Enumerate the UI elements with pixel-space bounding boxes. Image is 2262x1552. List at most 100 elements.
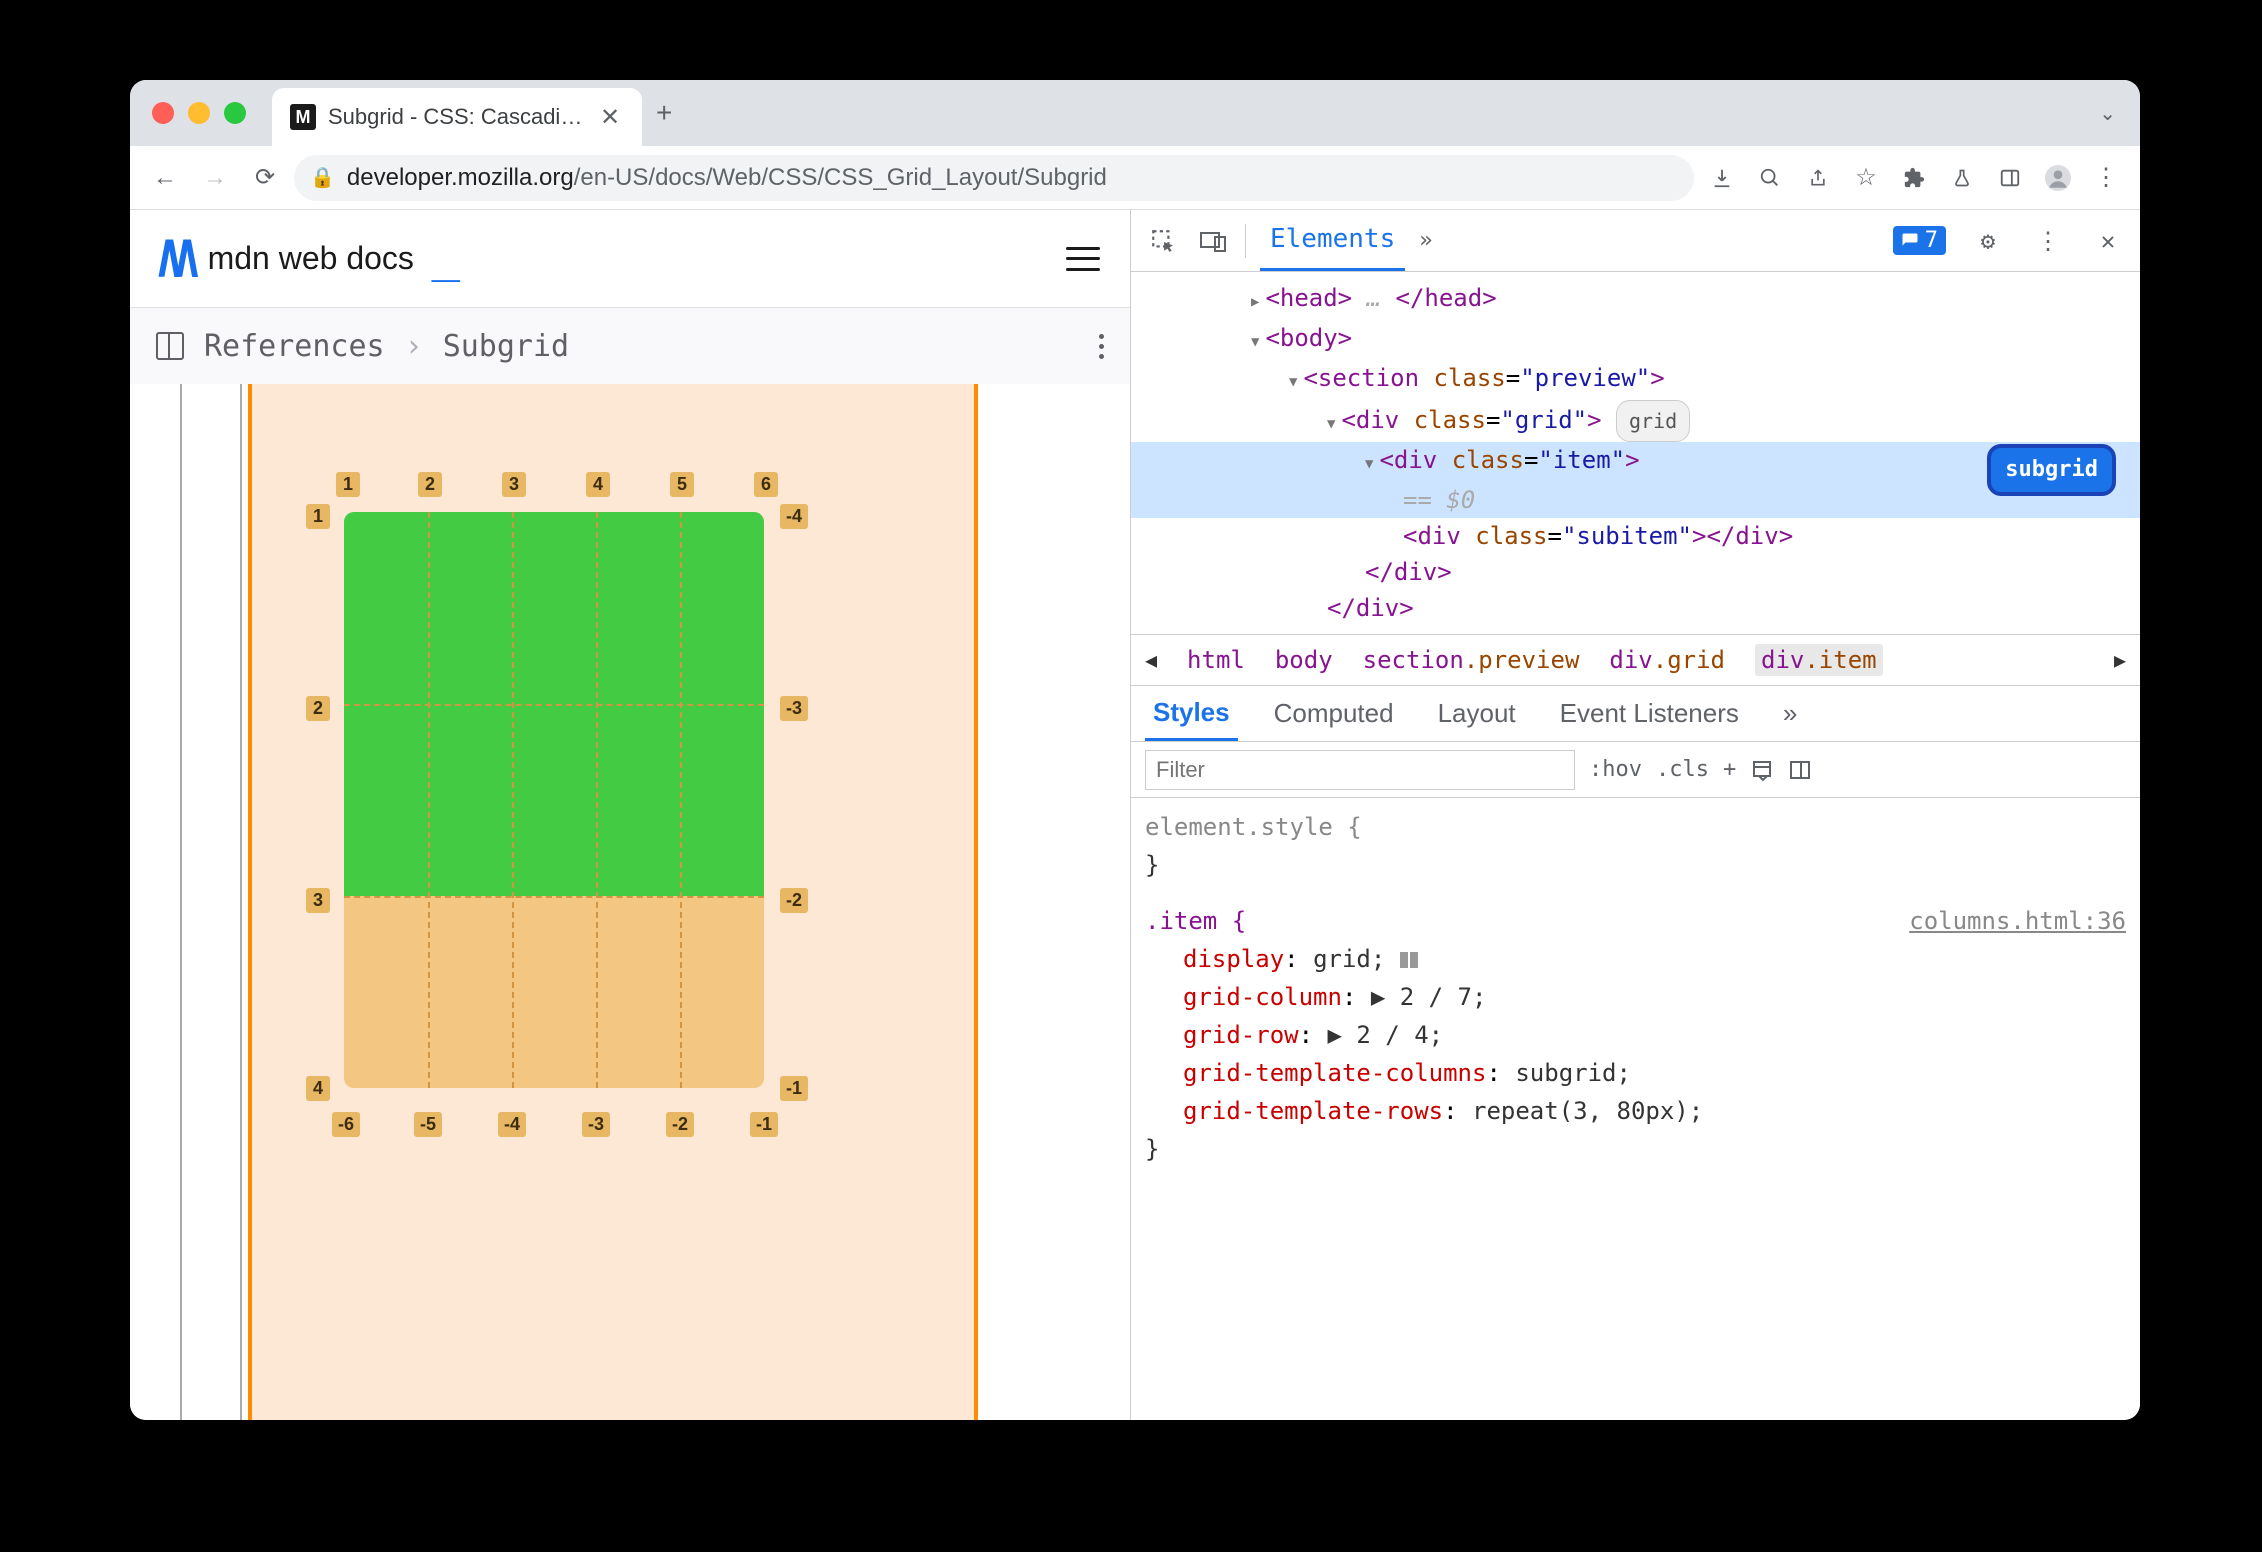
page: /\/\ mdn web docs _ References › Subgrid: [130, 210, 1130, 1420]
grid-label: -3: [582, 1112, 610, 1137]
dom-node[interactable]: <div: [1341, 406, 1399, 434]
issues-count: 7: [1925, 228, 1938, 253]
bookmark-icon[interactable]: ☆: [1846, 158, 1886, 198]
back-button[interactable]: ←: [144, 157, 186, 199]
browser-tab[interactable]: M Subgrid - CSS: Cascading Styl… ✕: [272, 88, 642, 146]
more-tabs-icon[interactable]: »: [1419, 228, 1432, 253]
new-tab-button[interactable]: +: [656, 97, 672, 129]
crumb-next-icon[interactable]: ▶: [2114, 648, 2126, 672]
dom-node[interactable]: <section: [1303, 364, 1419, 392]
profile-icon[interactable]: [2038, 158, 2078, 198]
close-window-icon[interactable]: [152, 102, 174, 124]
tab-layout[interactable]: Layout: [1430, 686, 1524, 741]
dom-node[interactable]: <head>: [1265, 284, 1352, 312]
grid-label: -4: [498, 1112, 526, 1137]
reload-button[interactable]: ⟳: [244, 157, 286, 199]
subgrid-badge[interactable]: subgrid: [1987, 444, 2116, 496]
rule-selector[interactable]: .item {: [1145, 907, 1246, 935]
minimize-window-icon[interactable]: [188, 102, 210, 124]
tab-event-listeners[interactable]: Event Listeners: [1552, 686, 1747, 741]
grid-icon[interactable]: [1400, 952, 1420, 968]
tab-title: Subgrid - CSS: Cascading Styl…: [328, 104, 588, 130]
grid-overlay: 1 2 3 4 5 6 1 2 3 4 -4 -3 -2: [344, 512, 764, 1088]
tab-elements[interactable]: Elements: [1260, 210, 1405, 271]
grid-label: -2: [780, 888, 808, 913]
mdn-logo[interactable]: /\/\ mdn web docs _: [158, 230, 460, 288]
hov-button[interactable]: :hov: [1589, 757, 1642, 782]
browser-toolbar: ← → ⟳ 🔒 developer.mozilla.org/en-US/docs…: [130, 146, 2140, 210]
zoom-window-icon[interactable]: [224, 102, 246, 124]
rule-source[interactable]: columns.html:36: [1909, 902, 2126, 940]
labs-icon[interactable]: [1942, 158, 1982, 198]
favicon-icon: M: [290, 104, 316, 130]
breadcrumb-item[interactable]: References: [204, 329, 385, 364]
css-prop[interactable]: grid-column: [1183, 983, 1342, 1011]
sidebar-toggle-icon[interactable]: [156, 332, 184, 360]
css-prop[interactable]: grid-template-columns: [1183, 1059, 1486, 1087]
cls-button[interactable]: .cls: [1656, 757, 1709, 782]
computed-panel-icon[interactable]: [1788, 758, 1812, 782]
css-value[interactable]: subgrid;: [1515, 1059, 1631, 1087]
address-bar[interactable]: 🔒 developer.mozilla.org/en-US/docs/Web/C…: [294, 155, 1694, 201]
grid-label: 5: [670, 472, 694, 497]
css-prop[interactable]: grid-row: [1183, 1021, 1299, 1049]
issues-badge[interactable]: 7: [1893, 226, 1946, 255]
styles-panel[interactable]: element.style { } .item { columns.html:3…: [1131, 798, 2140, 1178]
css-prop[interactable]: display: [1183, 945, 1284, 973]
kebab-icon[interactable]: ⋮: [2030, 223, 2066, 259]
css-prop[interactable]: grid-template-rows: [1183, 1097, 1443, 1125]
grid-label: -4: [780, 504, 808, 529]
install-icon[interactable]: [1702, 158, 1742, 198]
grid-pill[interactable]: grid: [1616, 400, 1690, 442]
grid-label: 3: [306, 888, 330, 913]
titlebar: M Subgrid - CSS: Cascading Styl… ✕ + ⌄: [130, 80, 2140, 146]
grid-label: 4: [586, 472, 610, 497]
demo-area: 1 2 3 4 5 6 1 2 3 4 -4 -3 -2: [130, 384, 1130, 1420]
settings-icon[interactable]: ⚙: [1970, 223, 2006, 259]
menu-button[interactable]: [1064, 240, 1102, 278]
crumb[interactable]: html: [1187, 646, 1245, 674]
css-value[interactable]: ▶ 2 / 4;: [1328, 1021, 1444, 1049]
extensions-icon[interactable]: [1894, 158, 1934, 198]
dom-close[interactable]: </div>: [1365, 558, 1452, 586]
close-devtools-icon[interactable]: ✕: [2090, 223, 2126, 259]
crumb[interactable]: section.preview: [1363, 646, 1580, 674]
crumb-prev-icon[interactable]: ◀: [1145, 648, 1157, 672]
breadcrumb-current: Subgrid: [443, 329, 569, 364]
sidepanel-icon[interactable]: [1990, 158, 2030, 198]
element-style-selector: element.style {: [1145, 813, 1362, 841]
brace: }: [1145, 1135, 1159, 1163]
content-area: /\/\ mdn web docs _ References › Subgrid: [130, 210, 2140, 1420]
share-icon[interactable]: [1798, 158, 1838, 198]
grid-label: -6: [332, 1112, 360, 1137]
css-value[interactable]: ▶ 2 / 7;: [1371, 983, 1487, 1011]
lock-icon: 🔒: [310, 165, 335, 190]
dom-close[interactable]: </div>: [1327, 594, 1414, 622]
tab-computed[interactable]: Computed: [1266, 686, 1402, 741]
dom-node-selected[interactable]: <div class="item"> subgrid == $0: [1131, 442, 2140, 518]
more-menu-icon[interactable]: [1099, 334, 1104, 359]
print-media-icon[interactable]: [1750, 758, 1774, 782]
more-style-tabs-icon[interactable]: »: [1775, 686, 1805, 741]
dom-node[interactable]: <body>: [1265, 324, 1352, 352]
tab-styles[interactable]: Styles: [1145, 686, 1238, 741]
device-toggle-icon[interactable]: [1195, 223, 1231, 259]
menu-icon[interactable]: ⋮: [2086, 158, 2126, 198]
crumb-selected[interactable]: div.item: [1755, 644, 1883, 676]
forward-button[interactable]: →: [194, 157, 236, 199]
traffic-lights: [146, 102, 254, 124]
inspect-icon[interactable]: [1145, 223, 1181, 259]
css-value[interactable]: grid;: [1313, 945, 1385, 973]
dom-tree[interactable]: <head> … </head> <body> <section class="…: [1131, 272, 2140, 634]
zoom-icon[interactable]: [1750, 158, 1790, 198]
close-tab-icon[interactable]: ✕: [600, 103, 620, 132]
css-value[interactable]: repeat(3, 80px);: [1472, 1097, 1703, 1125]
crumb[interactable]: div.grid: [1609, 646, 1725, 674]
tabs-menu-icon[interactable]: ⌄: [2099, 101, 2116, 126]
filter-input[interactable]: [1145, 750, 1575, 790]
crumb[interactable]: body: [1275, 646, 1333, 674]
grid-label: -5: [414, 1112, 442, 1137]
dom-node[interactable]: <div: [1403, 522, 1461, 550]
new-rule-icon[interactable]: +: [1723, 757, 1736, 782]
mdn-logo-text: mdn web docs: [208, 240, 414, 277]
